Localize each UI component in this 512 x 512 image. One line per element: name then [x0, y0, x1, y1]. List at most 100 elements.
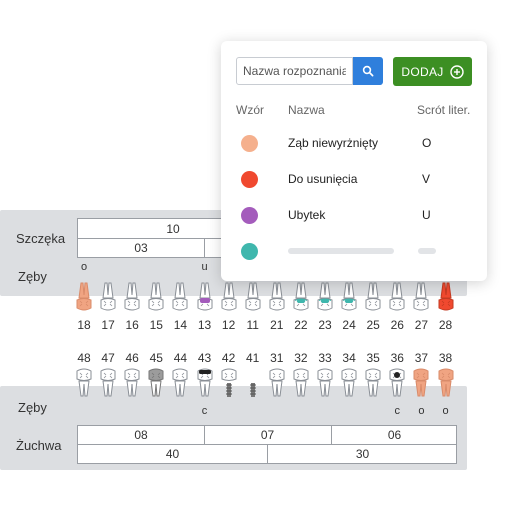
abbr-column-header: Scrót liter.: [417, 103, 471, 117]
tooth-number: 33: [318, 351, 332, 365]
tooth-38[interactable]: [437, 368, 455, 399]
tooth-number: 44: [173, 351, 188, 365]
tooth-28[interactable]: [437, 280, 455, 311]
tooth-32[interactable]: [292, 368, 310, 399]
tooth-37[interactable]: [412, 368, 430, 399]
tooth-number: 37: [414, 351, 429, 365]
tooth-15[interactable]: [147, 280, 165, 311]
tooth-27[interactable]: [412, 280, 430, 311]
tooth-48[interactable]: [75, 368, 93, 399]
tooth-18[interactable]: [75, 280, 93, 311]
tooth-21[interactable]: [268, 280, 286, 311]
diagnosis-abbr: O: [422, 136, 432, 150]
diagnosis-popup: DODAJ Wzór Nazwa Scrót liter. Ząb niewyr…: [221, 41, 487, 281]
tooth-12[interactable]: [220, 280, 238, 311]
tooth-number: 32: [294, 351, 308, 365]
tooth-number: 26: [390, 318, 404, 332]
mandible-label: Żuchwa: [16, 438, 62, 453]
tooth-number: 21: [270, 318, 284, 332]
tooth-number: 11: [246, 318, 259, 332]
mandible-segment-30[interactable]: 30: [267, 447, 458, 461]
tooth-33[interactable]: [316, 368, 334, 399]
tooth-number: 43: [197, 351, 212, 365]
add-label: DODAJ: [401, 64, 444, 79]
tooth-43[interactable]: [196, 368, 214, 399]
tooth-number: 41: [246, 351, 260, 365]
tooth-number: 17: [101, 318, 115, 332]
tooth-number: 42: [221, 351, 236, 365]
tooth-number: 25: [366, 318, 380, 332]
tooth-46[interactable]: [123, 368, 141, 399]
tooth-number: 15: [149, 318, 163, 332]
plus-circle-icon: [449, 64, 464, 79]
tooth-number: 22: [294, 318, 308, 332]
tooth-34[interactable]: [340, 368, 358, 399]
tooth-diagnosis-code: c: [201, 405, 208, 417]
upper-teeth-label: Zęby: [18, 269, 47, 284]
maxilla-segment-03[interactable]: 03: [78, 241, 204, 255]
diagnosis-abbr: V: [422, 172, 431, 186]
tooth-number: 12: [221, 318, 236, 332]
tooth-35[interactable]: [364, 368, 382, 399]
tooth-number: 34: [342, 351, 356, 365]
pattern-swatch: [241, 243, 258, 260]
pattern-column-header: Wzór: [236, 103, 264, 117]
maxilla-label: Szczęka: [16, 231, 66, 246]
tooth-number: 24: [342, 318, 356, 332]
tooth-diagnosis-code: o: [80, 261, 88, 273]
add-diagnosis-button[interactable]: DODAJ: [393, 57, 472, 86]
tooth-number: 14: [173, 318, 188, 332]
tooth-42[interactable]: [220, 368, 238, 399]
name-placeholder-skeleton: [288, 248, 394, 254]
pattern-swatch: [241, 135, 258, 152]
tooth-number: 16: [125, 318, 139, 332]
tooth-14[interactable]: [171, 280, 189, 311]
tooth-45[interactable]: [147, 368, 165, 399]
diagnosis-name: Do usunięcia: [288, 172, 358, 186]
tooth-number: 31: [270, 351, 284, 365]
tooth-number: 28: [438, 318, 453, 332]
mandible-segment-07[interactable]: 07: [204, 428, 331, 442]
tooth-31[interactable]: [268, 368, 286, 399]
tooth-16[interactable]: [123, 280, 141, 311]
tooth-24[interactable]: [340, 280, 358, 311]
tooth-number: 47: [101, 351, 115, 365]
diagnosis-name: Ząb niewyrżnięty: [288, 136, 379, 150]
tooth-number: 18: [77, 318, 91, 332]
tooth-number: 27: [414, 318, 429, 332]
tooth-diagnosis-code: u: [201, 261, 208, 273]
tooth-diagnosis-code: o: [418, 405, 425, 417]
tooth-number: 46: [125, 351, 139, 365]
tooth-number: 13: [197, 318, 212, 332]
tooth-number: 48: [77, 351, 91, 365]
tooth-number: 38: [438, 351, 453, 365]
search-button[interactable]: [353, 57, 383, 85]
search-icon: [362, 65, 374, 77]
mandible-segment-06[interactable]: 06: [331, 428, 458, 442]
mandible-segment-grid: 08 07 06 40 30: [77, 425, 457, 464]
tooth-44[interactable]: [171, 368, 189, 399]
tooth-36[interactable]: [388, 368, 406, 399]
tooth-number: 45: [149, 351, 163, 365]
tooth-41[interactable]: [244, 368, 262, 399]
mandible-segment-40[interactable]: 40: [78, 447, 267, 461]
diagnosis-name: Ubytek: [288, 208, 326, 222]
tooth-47[interactable]: [99, 368, 117, 399]
tooth-25[interactable]: [364, 280, 382, 311]
tooth-diagnosis-code: c: [394, 405, 401, 417]
tooth-number: 35: [366, 351, 380, 365]
lower-teeth-label: Zęby: [18, 400, 47, 415]
tooth-23[interactable]: [316, 280, 334, 311]
tooth-diagnosis-code: o: [442, 405, 449, 417]
tooth-13[interactable]: [196, 280, 214, 311]
tooth-17[interactable]: [99, 280, 117, 311]
name-column-header: Nazwa: [288, 103, 325, 117]
abbr-placeholder-skeleton: [418, 248, 436, 254]
tooth-number: 23: [318, 318, 332, 332]
tooth-22[interactable]: [292, 280, 310, 311]
mandible-segment-08[interactable]: 08: [78, 428, 204, 442]
tooth-11[interactable]: [244, 280, 262, 311]
diagnosis-search-input[interactable]: [236, 57, 353, 85]
tooth-26[interactable]: [388, 280, 406, 311]
pattern-swatch: [241, 171, 258, 188]
